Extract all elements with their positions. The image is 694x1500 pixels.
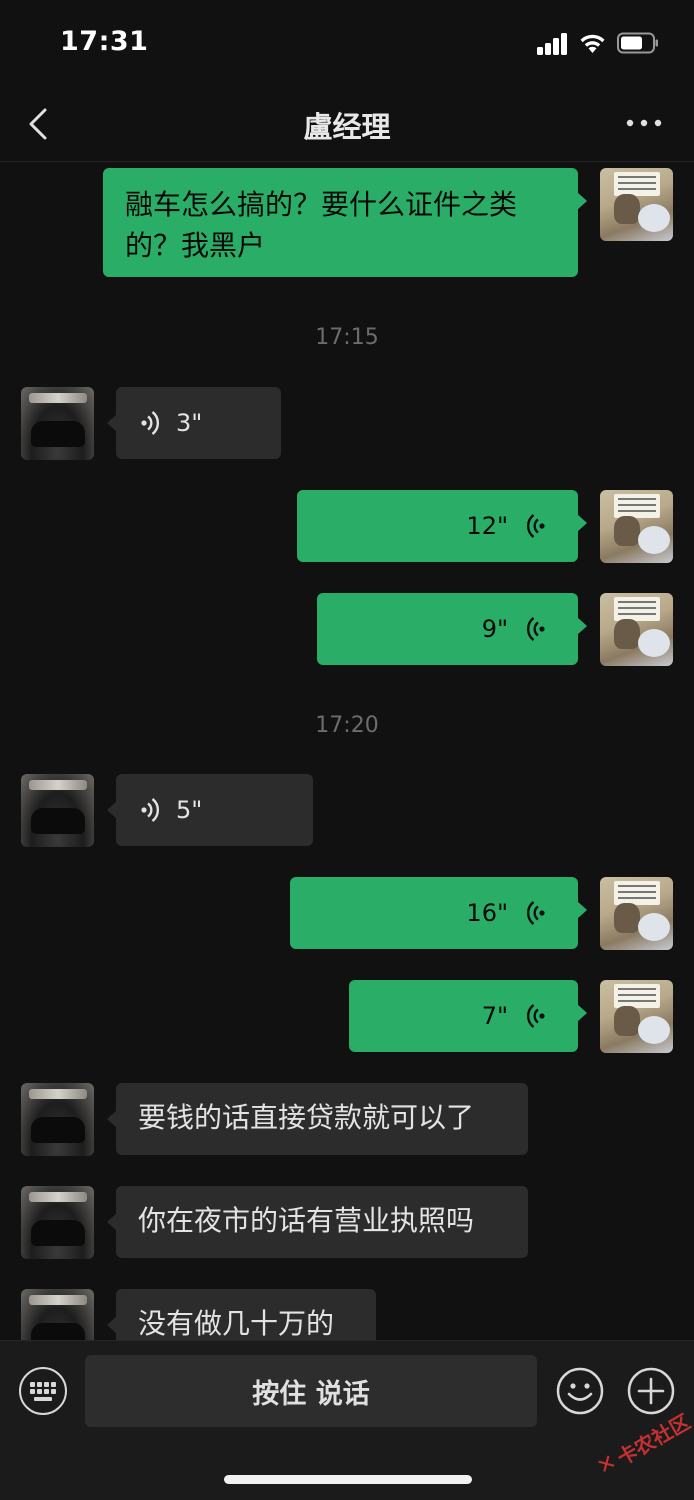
my-avatar[interactable] (600, 877, 673, 950)
contact-avatar[interactable] (21, 1186, 94, 1259)
voice-message-sent[interactable]: 9" (317, 593, 587, 665)
wifi-icon (580, 34, 605, 53)
battery-icon (617, 32, 658, 54)
message-text: 要钱的话直接贷款就可以了 (138, 1101, 475, 1134)
hold-to-talk-button[interactable]: 按住 说话 (85, 1355, 537, 1427)
my-avatar[interactable] (600, 980, 673, 1053)
voice-message-sent[interactable]: 7" (349, 980, 587, 1052)
message-bubble-sent[interactable]: 融车怎么搞的？要什么证件之类的？我黑户 (103, 168, 587, 277)
keyboard-icon[interactable] (19, 1367, 67, 1415)
chat-header: 盧经理 (0, 88, 694, 162)
voice-message-sent[interactable]: 12" (297, 490, 587, 562)
contact-avatar[interactable] (21, 387, 94, 460)
more-icon[interactable] (622, 108, 666, 138)
voice-message-received[interactable]: 3" (107, 387, 281, 459)
watermark-text: 卡农社区 (612, 1409, 694, 1471)
voice-message-sent[interactable]: 16" (290, 877, 587, 949)
voice-wave-icon (141, 411, 159, 435)
contact-avatar[interactable] (21, 774, 94, 847)
message-text: 你在夜市的话有营业执照吗 (138, 1204, 475, 1237)
voice-wave-icon (527, 514, 545, 538)
message-bubble-received[interactable]: 要钱的话直接贷款就可以了 (107, 1083, 528, 1155)
message-text: 没有做几十万的 (138, 1307, 335, 1340)
input-bar: 按住 说话 ✕ 卡农社区 (0, 1340, 694, 1500)
emoji-icon[interactable] (556, 1367, 604, 1415)
my-avatar[interactable] (600, 593, 673, 666)
voice-duration: 12" (466, 512, 508, 540)
message-text: 融车怎么搞的？要什么证件之类的？我黑户 (125, 188, 518, 262)
voice-wave-icon (527, 901, 545, 925)
status-time: 17:31 (60, 26, 149, 57)
voice-duration: 7" (481, 1002, 508, 1030)
contact-avatar[interactable] (21, 1289, 94, 1340)
contact-name: 盧经理 (303, 110, 391, 144)
voice-wave-icon (527, 1004, 545, 1028)
voice-duration: 5" (176, 796, 203, 824)
voice-duration: 3" (176, 409, 203, 437)
my-avatar[interactable] (600, 168, 673, 241)
my-avatar[interactable] (600, 490, 673, 563)
voice-wave-icon (141, 798, 159, 822)
message-bubble-received[interactable]: 你在夜市的话有营业执照吗 (107, 1186, 528, 1258)
signal-icon (537, 33, 569, 55)
voice-duration: 16" (466, 899, 508, 927)
message-list[interactable]: 融车怎么搞的？要什么证件之类的？我黑户 17:15 3" 12" 9" 17:2… (0, 162, 694, 1340)
message-timestamp: 17:15 (315, 325, 379, 350)
voice-wave-icon (527, 617, 545, 641)
contact-avatar[interactable] (21, 1083, 94, 1156)
voice-duration: 9" (481, 615, 508, 643)
watermark: ✕ 卡农社区 (582, 1392, 694, 1500)
message-bubble-received[interactable]: 没有做几十万的 (107, 1289, 376, 1340)
message-timestamp: 17:20 (315, 713, 379, 738)
voice-message-received[interactable]: 5" (107, 774, 313, 846)
status-bar: 17:31 (0, 0, 694, 88)
home-indicator (224, 1475, 472, 1484)
